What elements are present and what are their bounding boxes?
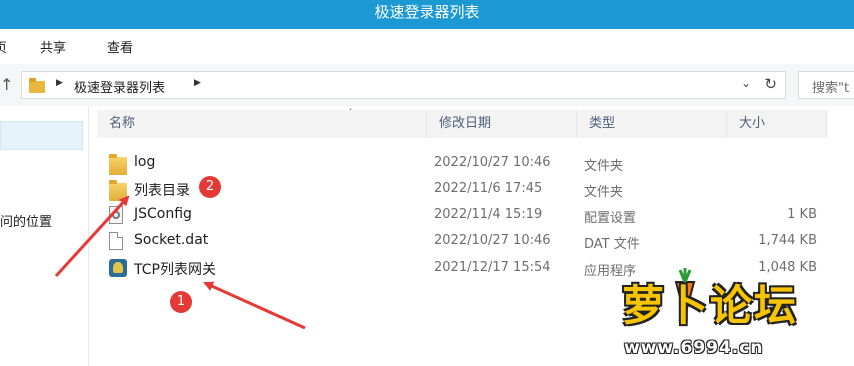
annotation-badge-2: 2 (199, 176, 221, 198)
annotation-badge-1: 1 (170, 291, 192, 313)
watermark-text: 萝卜论坛 (622, 281, 799, 330)
annotation-arrow-1 (203, 281, 306, 330)
watermark-url: www.6994.cn (624, 338, 764, 358)
watermark: 萝卜论坛 www.6994.cn (602, 268, 842, 366)
annotation-arrow-2 (54, 195, 130, 278)
